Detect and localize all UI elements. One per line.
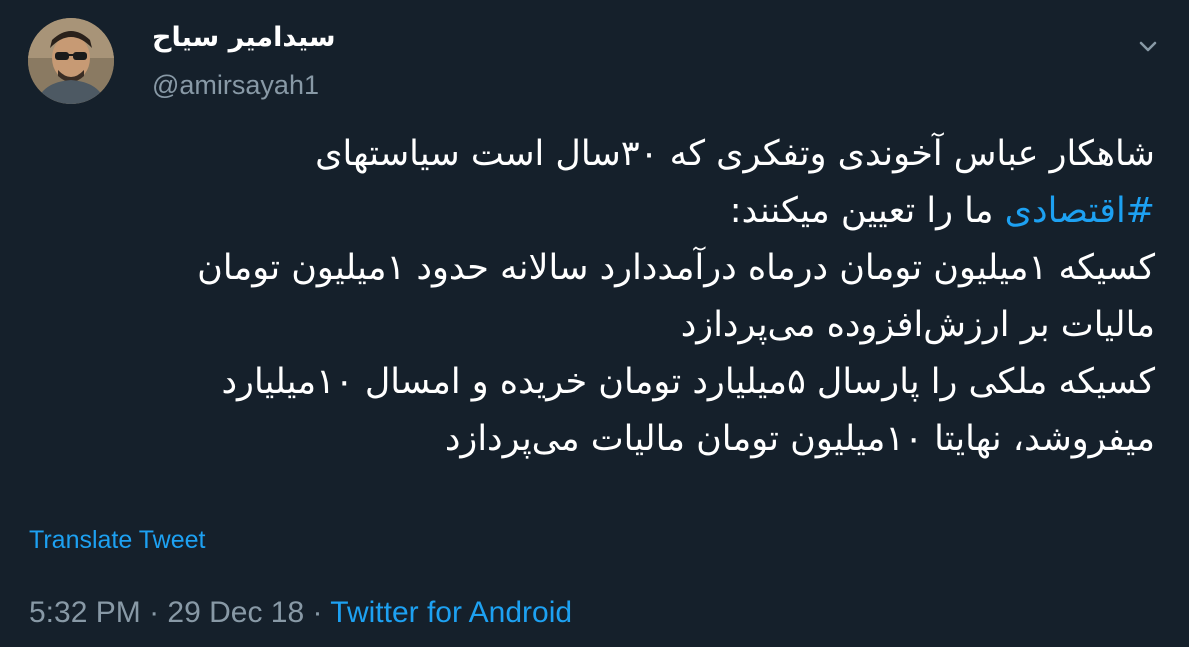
tweet-line: کسیکه ۱میلیون تومان درماه درآمددارد سالا…: [197, 248, 1155, 288]
translate-tweet-link[interactable]: Translate Tweet: [29, 526, 205, 555]
author-display-name[interactable]: سیدامیر سیاح: [152, 22, 336, 53]
tweet-text: شاهکار عباس آخوندی وتفکری که ۳۰سال است س…: [25, 126, 1155, 468]
avatar[interactable]: [28, 18, 114, 104]
tweet-line-text: ما را تعیین میکنند:: [729, 191, 1005, 231]
tweet-line: میفروشد، نهایتا ۱۰میلیون تومان مالیات می…: [444, 419, 1155, 459]
tweet-line: شاهکار عباس آخوندی وتفکری که ۳۰سال است س…: [315, 134, 1155, 174]
tweet-line: #اقتصادی ما را تعیین میکنند:: [25, 183, 1155, 240]
avatar-photo: [28, 18, 114, 104]
tweet-source-link[interactable]: Twitter for Android: [330, 596, 572, 629]
meta-separator: ·: [304, 596, 331, 629]
author-handle[interactable]: @amirsayah1: [152, 70, 319, 101]
tweet-line: مالیات بر ارزش‌افزوده می‌پردازد: [680, 305, 1155, 345]
tweet-date[interactable]: 29 Dec 18: [167, 596, 304, 629]
chevron-down-icon[interactable]: [1134, 32, 1162, 60]
tweet-time[interactable]: 5:32 PM: [29, 596, 141, 629]
hashtag-link[interactable]: #اقتصادی: [1005, 191, 1155, 231]
meta-separator: ·: [140, 596, 168, 629]
tweet-meta: 5:32 PM · 29 Dec 18 · Twitter for Androi…: [29, 596, 572, 630]
tweet-line: کسیکه ملکی را پارسال ۵میلیارد تومان خرید…: [221, 362, 1155, 402]
